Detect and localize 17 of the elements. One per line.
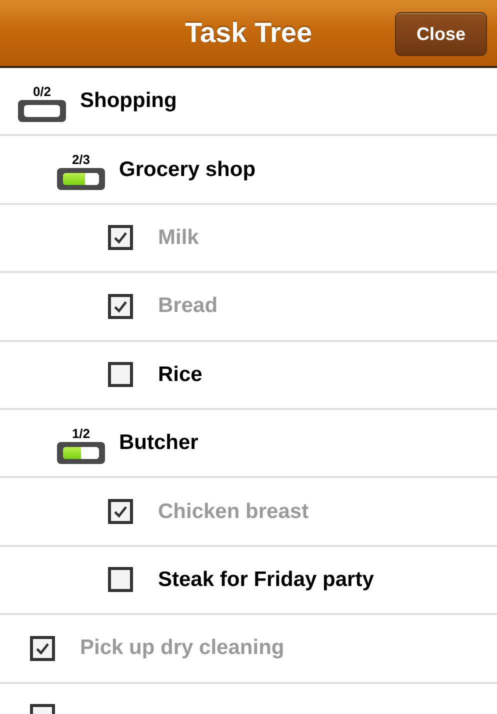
progress-count: 0/2 bbox=[32, 84, 52, 99]
checkbox[interactable] bbox=[108, 294, 132, 319]
checkbox[interactable] bbox=[108, 567, 132, 592]
checkbox[interactable] bbox=[108, 362, 132, 388]
checkbox[interactable] bbox=[108, 225, 132, 250]
checkbox[interactable] bbox=[30, 636, 54, 661]
window-title: Task Tree bbox=[184, 17, 312, 49]
group-label[interactable]: Grocery shop bbox=[119, 158, 256, 182]
close-button[interactable]: Close bbox=[395, 12, 487, 56]
task-label[interactable]: Steak for Friday party bbox=[158, 568, 374, 592]
checkbox[interactable] bbox=[108, 499, 132, 524]
group-label[interactable]: Butcher bbox=[119, 431, 198, 456]
group-label[interactable]: Shopping bbox=[80, 89, 177, 114]
progress-count: 2/3 bbox=[72, 153, 90, 168]
task-label[interactable]: Rice bbox=[158, 362, 202, 387]
progress-track bbox=[24, 104, 60, 117]
progress-count: 1/2 bbox=[72, 426, 90, 441]
